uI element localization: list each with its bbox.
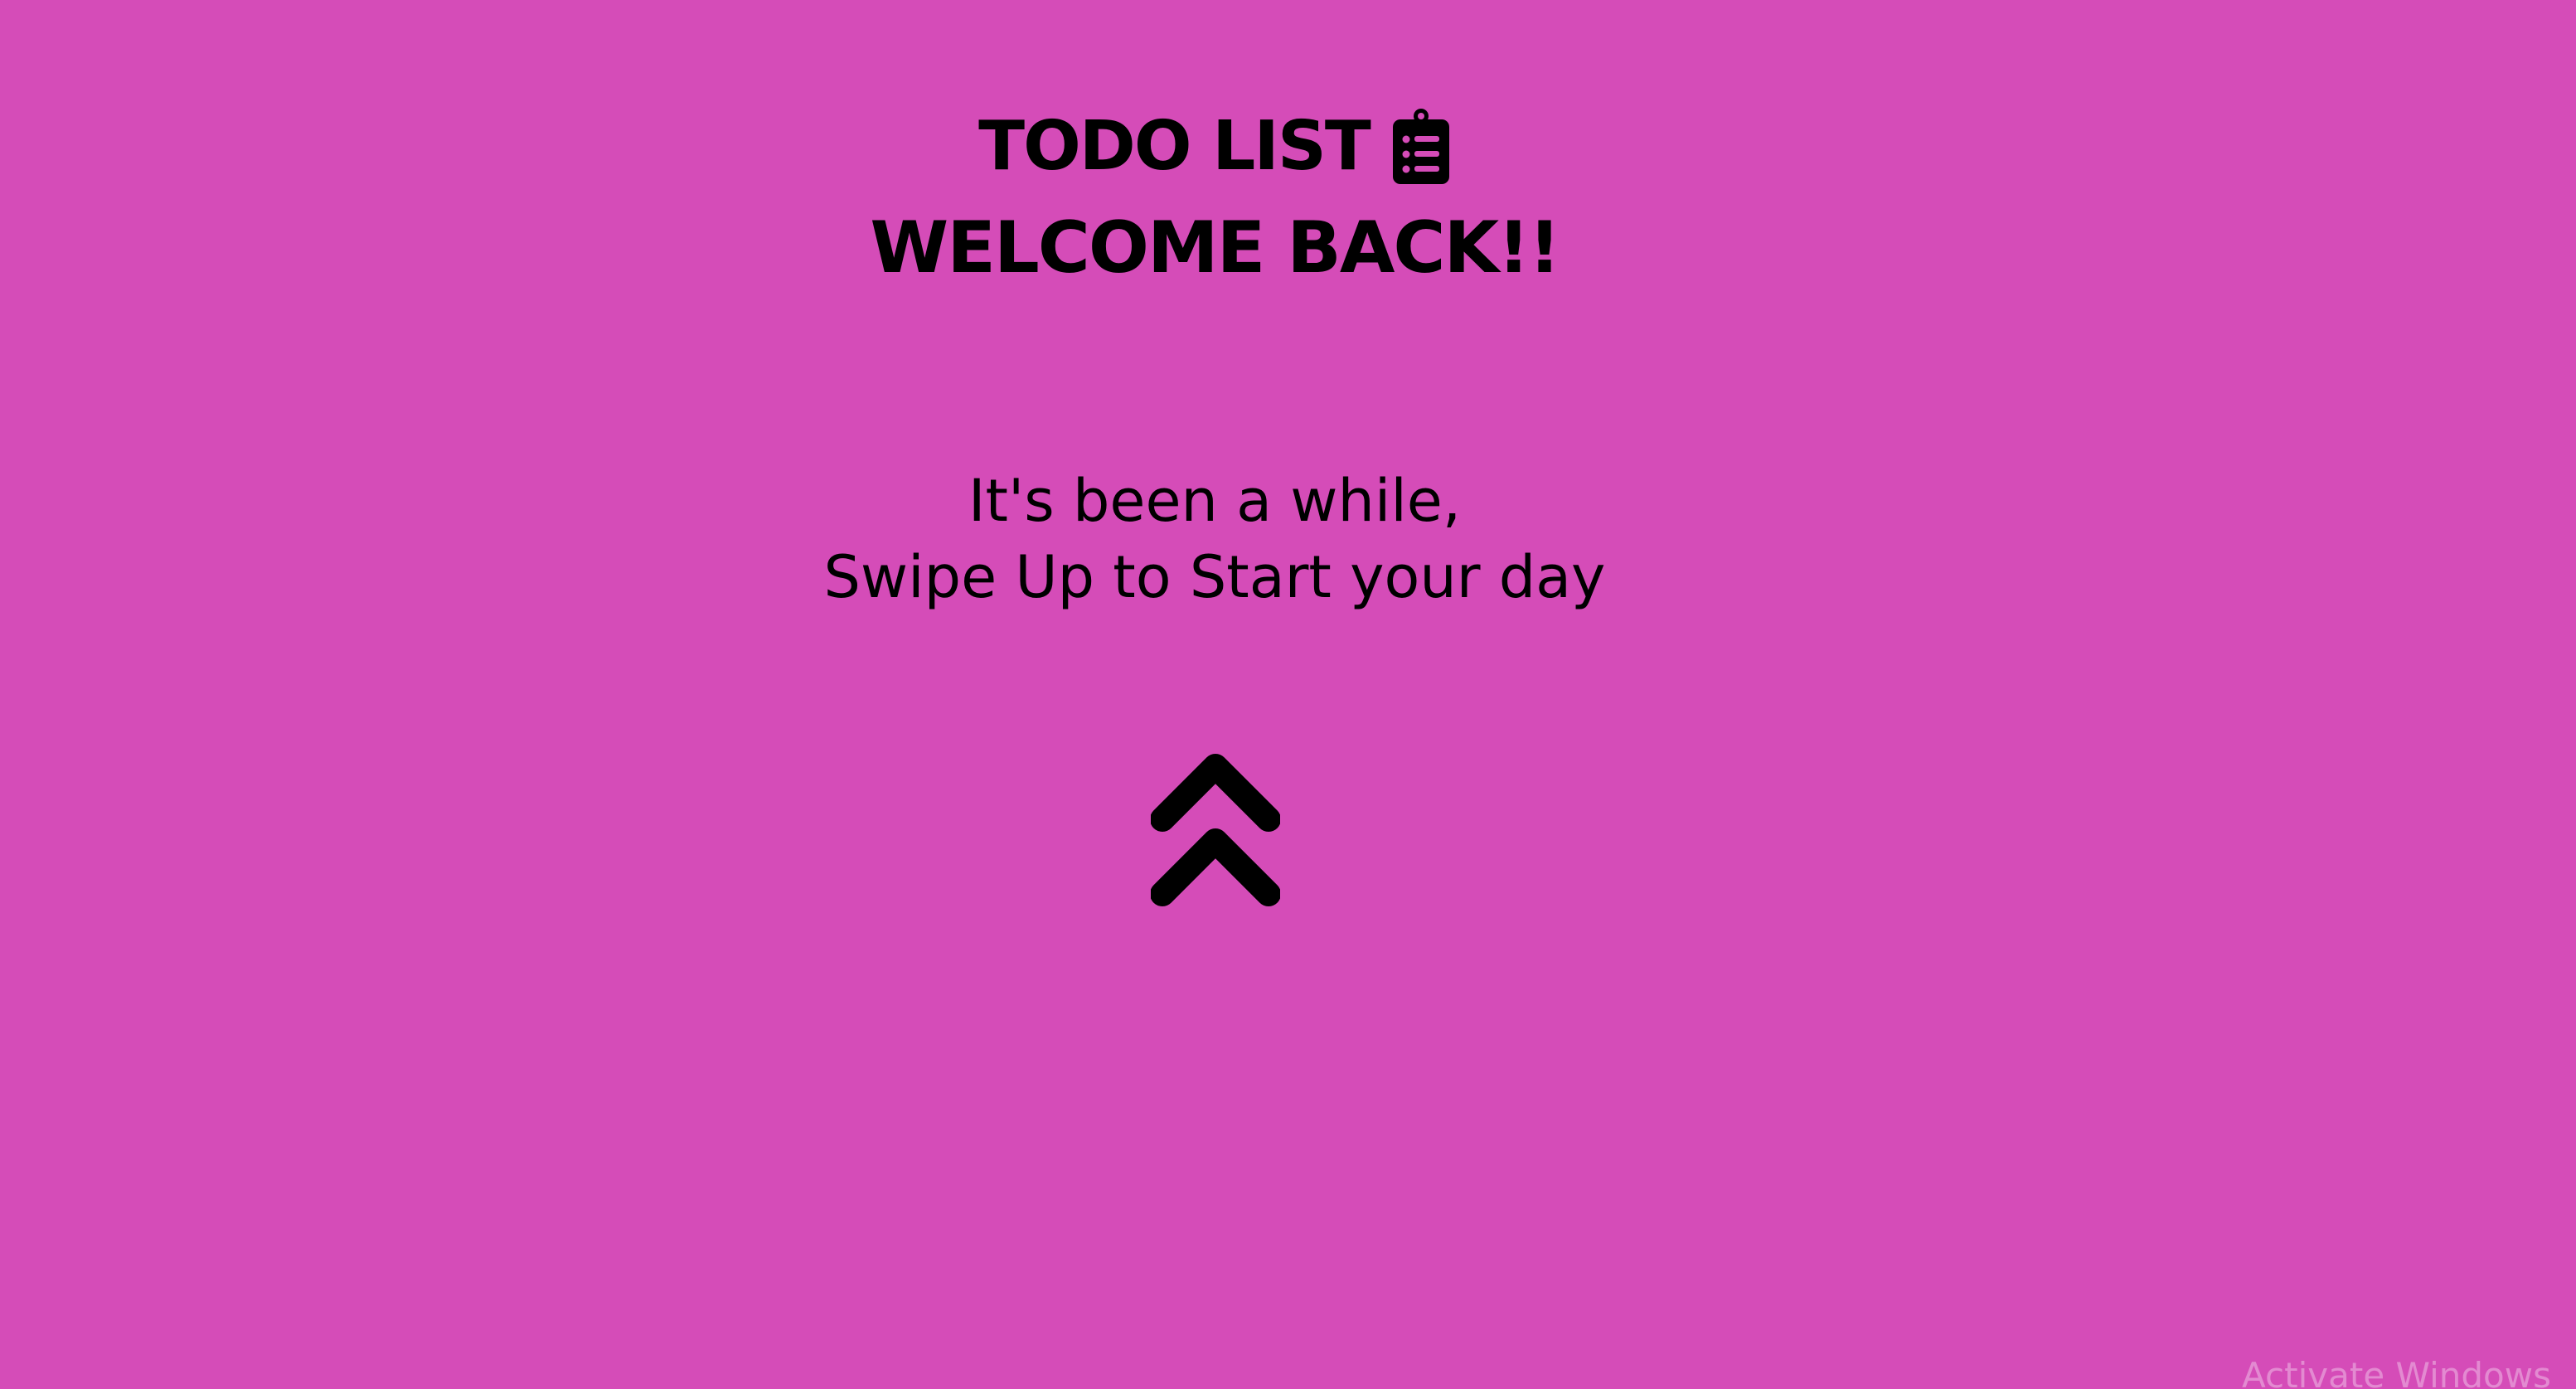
- message-line-2: Swipe Up to Start your day: [823, 543, 1606, 611]
- activate-windows-watermark: Activate Windows: [2242, 1355, 2551, 1389]
- title-row: TODO LIST: [0, 108, 2429, 186]
- message-line-1: It's been a while,: [968, 467, 1462, 535]
- clipboard-list-icon: [1392, 109, 1449, 184]
- double-chevron-up-icon[interactable]: [1151, 751, 1280, 911]
- welcome-message: It's been a while, Swipe Up to Start you…: [0, 463, 2429, 615]
- page-title: TODO LIST: [978, 107, 1371, 186]
- welcome-heading: WELCOME BACK!!: [870, 206, 1560, 289]
